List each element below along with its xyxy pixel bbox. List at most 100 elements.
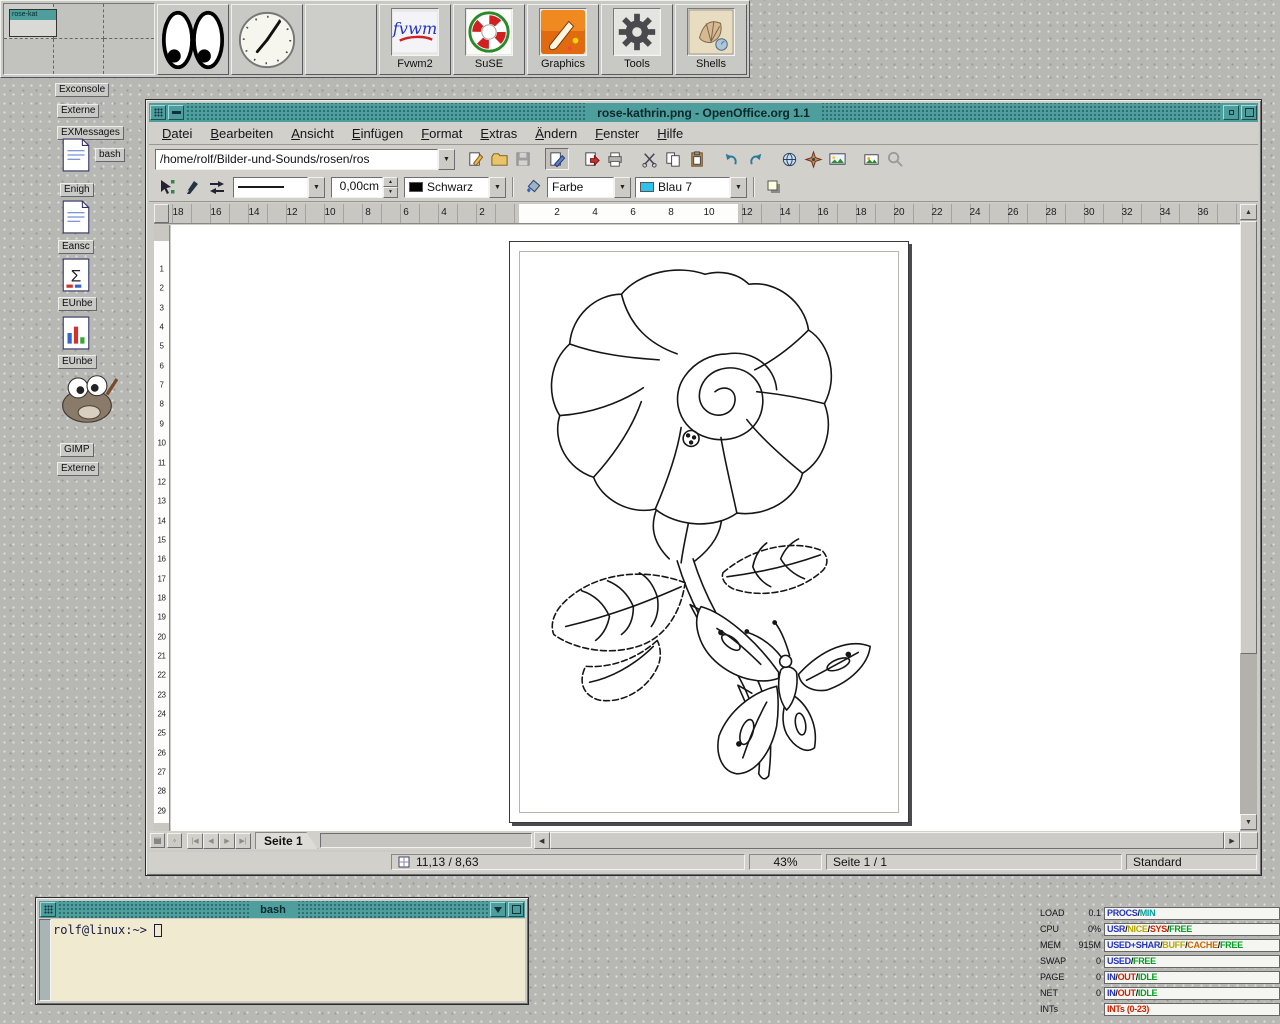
status-zoom-field[interactable]: 43%: [749, 854, 822, 870]
print-icon[interactable]: [603, 148, 627, 170]
document-icon[interactable]: [62, 200, 92, 236]
chevron-down-icon[interactable]: ▼: [308, 177, 325, 198]
next-page-button[interactable]: ▶: [219, 833, 235, 849]
stepper-buttons[interactable]: ▲▼: [383, 177, 398, 198]
pager-desk-6[interactable]: [104, 39, 154, 74]
launcher-suse[interactable]: SuSE: [453, 4, 525, 75]
fvwm-pager[interactable]: rose-kat: [3, 3, 155, 75]
export-pdf-icon[interactable]: [579, 148, 603, 170]
step-up-icon[interactable]: ▲: [383, 177, 398, 188]
edit-file-icon[interactable]: [463, 148, 487, 170]
chart-document-icon[interactable]: [62, 316, 92, 352]
edit-mode-icon[interactable]: [545, 148, 569, 170]
line-width-stepper[interactable]: 0,00cm ▲▼: [331, 177, 398, 198]
zoom-icon[interactable]: [883, 148, 907, 170]
navigator-icon[interactable]: [801, 148, 825, 170]
menu-ansicht[interactable]: Ansicht: [282, 124, 343, 143]
terminal-scrollbar[interactable]: [39, 919, 51, 1001]
desktop-icon-label-externe-1[interactable]: Externe: [57, 104, 99, 118]
vertical-ruler[interactable]: 1234567891011121314151617181920212223242…: [154, 225, 170, 831]
scroll-right-button[interactable]: ▶: [1224, 832, 1240, 849]
desktop-icon-label-eunbe-1[interactable]: EUnbe: [58, 297, 97, 311]
document-icon[interactable]: [62, 138, 92, 174]
scroll-left-button[interactable]: ◀: [534, 832, 550, 849]
scroll-up-button[interactable]: ▲: [1240, 204, 1257, 220]
drawing-canvas[interactable]: [171, 225, 1240, 831]
open-icon[interactable]: [487, 148, 511, 170]
last-page-button[interactable]: ▶|: [235, 833, 251, 849]
fill-attributes-button[interactable]: [520, 176, 545, 199]
scroll-down-button[interactable]: ▼: [1240, 814, 1257, 830]
pager-desk-5[interactable]: [54, 39, 104, 74]
chevron-down-icon[interactable]: ▼: [730, 177, 747, 198]
desktop-icon-label-gimp[interactable]: GIMP: [60, 443, 94, 457]
line-color-select[interactable]: Schwarz ▼: [404, 177, 506, 198]
maximize-button[interactable]: [508, 902, 524, 917]
line-attributes-button[interactable]: [179, 176, 204, 199]
desktop-icon-label-externe-2[interactable]: Externe: [57, 462, 99, 476]
menu-fenster[interactable]: Fenster: [586, 124, 648, 143]
window-menu-button[interactable]: [150, 105, 166, 120]
menu-hilfe[interactable]: Hilfe: [648, 124, 692, 143]
insert-image-icon[interactable]: [859, 148, 883, 170]
menu-datei[interactable]: Datei: [153, 124, 201, 143]
maximize-button[interactable]: [1241, 105, 1257, 120]
url-combobox[interactable]: ▼: [155, 149, 455, 170]
desktop-icon-label-exconsole[interactable]: Exconsole: [55, 83, 109, 97]
edit-points-button[interactable]: [154, 176, 179, 199]
spreadsheet-icon[interactable]: Σ: [62, 258, 92, 294]
arrow-style-button[interactable]: [204, 176, 229, 199]
launcher-shells[interactable]: Shells: [675, 4, 747, 75]
pager-desk-3[interactable]: [104, 4, 154, 39]
menu-extras[interactable]: Extras: [471, 124, 526, 143]
line-width-value[interactable]: 0,00cm: [331, 177, 383, 198]
pager-desk-4[interactable]: [4, 39, 54, 74]
step-down-icon[interactable]: ▼: [383, 187, 398, 198]
url-input[interactable]: [155, 149, 438, 170]
terminal-text-area[interactable]: rolf@linux:~>: [51, 919, 525, 1001]
desktop-icon-label-enigh[interactable]: Enigh: [60, 183, 94, 197]
chevron-down-icon[interactable]: ▼: [489, 177, 506, 198]
gimp-wilber-icon[interactable]: [56, 370, 118, 438]
horizontal-ruler[interactable]: 1816141210864224681012141618202224262830…: [154, 204, 1240, 224]
iconify-button[interactable]: [1223, 105, 1239, 120]
fill-color-select[interactable]: Blau 7 ▼: [635, 177, 747, 198]
iconify-button[interactable]: [490, 902, 506, 917]
drawing-page[interactable]: [509, 241, 909, 823]
horizontal-scrollbar-thumb[interactable]: [550, 832, 1224, 849]
menu-format[interactable]: Format: [412, 124, 471, 143]
window-menu-button[interactable]: [40, 902, 56, 917]
vertical-scrollbar-thumb[interactable]: [1240, 221, 1257, 654]
desktop-icon-label-bash[interactable]: bash: [95, 148, 125, 162]
hyperlink-icon[interactable]: [777, 148, 801, 170]
terminal-titlebar[interactable]: bash: [39, 901, 525, 918]
rose-drawing[interactable]: [510, 242, 908, 822]
line-style-select[interactable]: ▼: [233, 177, 325, 198]
vertical-scrollbar[interactable]: ▲ ▼: [1240, 204, 1257, 831]
copy-icon[interactable]: [661, 148, 685, 170]
pager-desk-2[interactable]: [54, 4, 104, 39]
page-mode-button[interactable]: ▤: [150, 833, 165, 848]
chevron-down-icon[interactable]: ▼: [438, 149, 455, 170]
menu-ndern[interactable]: Ändern: [526, 124, 586, 143]
desktop-icon-label-eunbe-2[interactable]: EUnbe: [58, 355, 97, 369]
pager-mini-window[interactable]: rose-kat: [9, 9, 57, 37]
window-shade-button[interactable]: [168, 105, 184, 120]
launcher-tools[interactable]: Tools: [601, 4, 673, 75]
save-icon[interactable]: [511, 148, 535, 170]
tab-seite-1[interactable]: Seite 1: [255, 832, 318, 849]
window-titlebar[interactable]: rose-kathrin.png - OpenOffice.org 1.1: [149, 103, 1258, 122]
layer-mode-button[interactable]: ◦: [167, 833, 182, 848]
previous-page-button[interactable]: ◀: [203, 833, 219, 849]
status-coordinates-field[interactable]: 11,13 / 8,63: [391, 854, 745, 870]
fill-type-select[interactable]: Farbe ▼: [547, 177, 631, 198]
redo-icon[interactable]: [743, 148, 767, 170]
status-page-field[interactable]: Seite 1 / 1: [826, 854, 1122, 870]
shadow-button[interactable]: [761, 176, 786, 199]
cut-icon[interactable]: [637, 148, 661, 170]
menu-einfgen[interactable]: Einfügen: [343, 124, 412, 143]
paste-icon[interactable]: [685, 148, 709, 170]
status-style-field[interactable]: Standard: [1126, 854, 1257, 870]
menu-bearbeiten[interactable]: Bearbeiten: [201, 124, 282, 143]
launcher-graphics[interactable]: Graphics: [527, 4, 599, 75]
